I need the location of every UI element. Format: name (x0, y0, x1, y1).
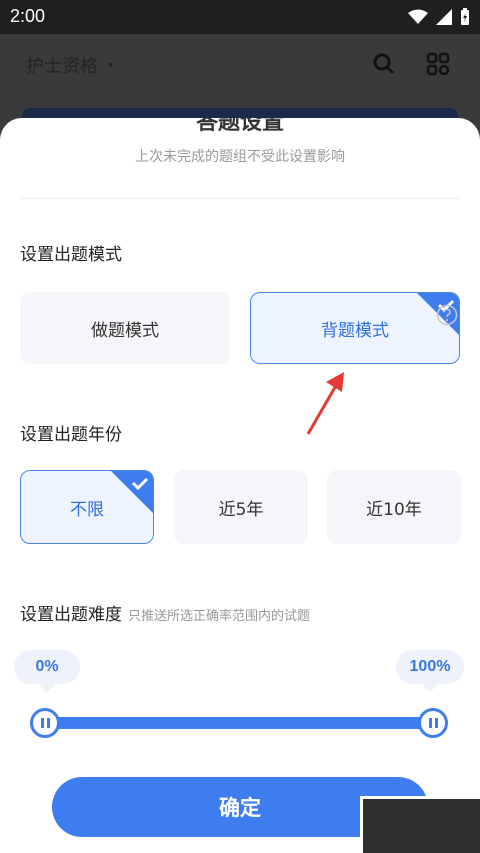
sheet-title: 答题设置 (195, 118, 284, 135)
slider-min-badge: 0% (14, 650, 80, 693)
badge-label: 100% (409, 658, 451, 675)
option-label: 做题模式 (91, 320, 159, 341)
option-year-5[interactable]: 近5年 (174, 470, 308, 544)
mode-section-title: 设置出题模式 (20, 245, 122, 265)
sheet-subtitle: 上次未完成的题组不受此设置影响 (135, 149, 345, 165)
option-label: 不限 (70, 499, 104, 520)
difficulty-title: 设置出题难度 (20, 605, 122, 625)
difficulty-hint: 只推送所选正确率范围内的试题 (128, 609, 311, 624)
year-section-title: 设置出题年份 (20, 425, 122, 445)
settings-bottom-sheet: 答题设置 上次未完成的题组不受此设置影响 设置出题模式 做题模式 背题模式 设置… (0, 118, 480, 853)
check-icon (111, 471, 153, 513)
background-card-edge (22, 108, 458, 118)
signal-icon (436, 9, 452, 25)
option-practice-mode[interactable]: 做题模式 (20, 292, 230, 364)
slider-min-handle[interactable] (30, 708, 60, 738)
option-year-unlimited[interactable]: 不限 (20, 470, 154, 544)
option-memorize-mode[interactable]: 背题模式 (250, 292, 460, 364)
chevron-down-icon: ▾ (108, 60, 114, 71)
status-bar: 2:00 (0, 0, 480, 34)
annotation-arrow-icon (306, 372, 344, 435)
category-grid-icon[interactable] (424, 50, 452, 78)
difficulty-slider-track[interactable] (45, 717, 433, 729)
option-label: 近10年 (366, 499, 422, 520)
option-label: 背题模式 (321, 320, 389, 341)
option-year-10[interactable]: 近10年 (327, 470, 461, 544)
battery-icon (461, 8, 469, 25)
option-label: 近5年 (218, 499, 264, 520)
slider-max-badge: 100% (396, 650, 464, 693)
status-time: 2:00 (10, 6, 46, 26)
wifi-icon (408, 9, 428, 24)
screenshot-thumbnail[interactable] (360, 796, 480, 853)
app-header: 护士资格 ▾ (0, 34, 480, 110)
status-icons (408, 8, 470, 26)
badge-label: 0% (35, 658, 59, 675)
page-title[interactable]: 护士资格 (26, 52, 98, 78)
slider-max-handle[interactable] (418, 708, 448, 738)
search-icon[interactable] (370, 50, 398, 78)
help-icon[interactable] (436, 304, 458, 326)
divider (20, 198, 460, 199)
difficulty-section-title: 设置出题难度 只推送所选正确率范围内的试题 (20, 600, 310, 625)
